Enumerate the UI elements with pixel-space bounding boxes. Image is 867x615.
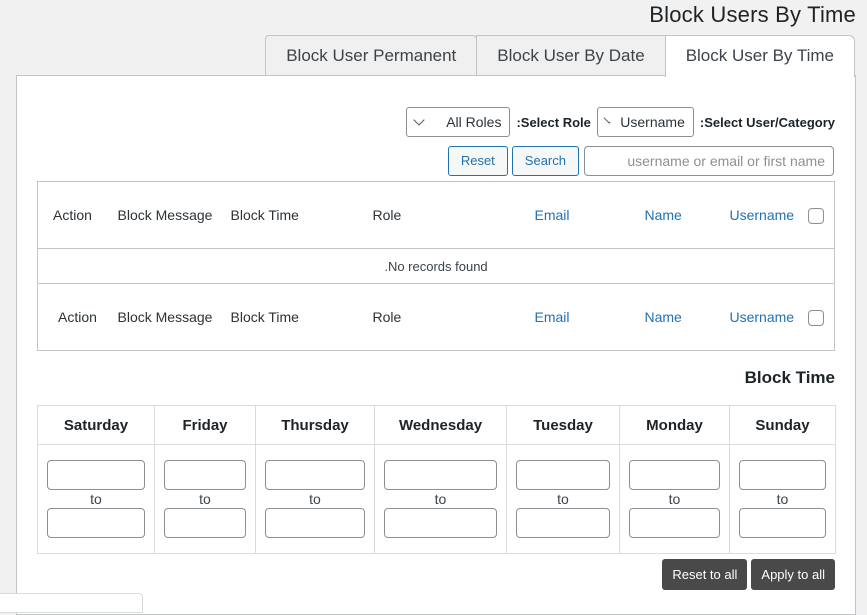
filter-row: All Roles :Select Role Username :Select … (406, 107, 835, 137)
sunday-from-input[interactable] (739, 460, 826, 490)
empty-row: .No records found (37, 248, 835, 284)
search-button[interactable]: Search (511, 146, 579, 176)
day-header-wednesday: Wednesday (374, 405, 507, 445)
wednesday-to-input[interactable] (384, 508, 497, 538)
column-header-email[interactable]: Email (534, 181, 645, 249)
block-time-actions: Reset to all Apply to all (662, 559, 835, 590)
day-cell-monday: to (619, 444, 730, 554)
day-cell-wednesday: to (374, 444, 507, 554)
chevron-down-icon (603, 116, 611, 124)
table-footer-row: Action Block Message Block Time Role Ema… (37, 283, 835, 351)
column-header-action: Action (37, 181, 118, 249)
tab-block-user-permanent[interactable]: Block User Permanent (265, 35, 478, 76)
to-label: to (434, 491, 447, 507)
day-header-monday: Monday (619, 405, 730, 445)
day-header-tuesday: Tuesday (506, 405, 620, 445)
saturday-from-input[interactable] (47, 460, 145, 490)
role-select[interactable]: All Roles (406, 107, 511, 137)
thursday-to-input[interactable] (265, 508, 365, 538)
day-cell-saturday: to (37, 444, 155, 554)
page-title: Block Users By Time (649, 2, 856, 27)
to-label: to (309, 491, 321, 507)
no-records-message: .No records found (37, 248, 835, 284)
apply-to-all-button[interactable]: Apply to all (751, 559, 835, 590)
friday-to-input[interactable] (164, 508, 246, 538)
select-all-checkbox[interactable] (807, 207, 824, 224)
chevron-down-icon (413, 114, 426, 126)
search-input[interactable] (584, 146, 834, 176)
reset-to-all-button[interactable]: Reset to all (662, 559, 748, 590)
column-footer-action: Action (37, 283, 118, 351)
user-category-select[interactable]: Username (596, 107, 694, 137)
column-header-username[interactable]: Username (729, 181, 808, 249)
search-row: Reset Search (447, 146, 834, 176)
friday-from-input[interactable] (164, 460, 246, 490)
to-label: to (557, 491, 569, 507)
column-footer-role: Role (372, 283, 535, 351)
day-cell-sunday: to (729, 444, 836, 554)
sunday-to-input[interactable] (739, 508, 826, 538)
column-header-block-time: Block Time (230, 181, 373, 249)
day-cell-tuesday: to (506, 444, 620, 554)
tuesday-from-input[interactable] (516, 460, 610, 490)
column-header-block-message: Block Message (117, 181, 231, 249)
to-label: to (668, 491, 681, 507)
footer-panel-edge (0, 593, 143, 613)
reset-button[interactable]: Reset (447, 146, 508, 176)
days-input-row: to to to to to to to (37, 444, 836, 554)
user-category-select-value: Username (620, 114, 685, 130)
table-header-row: Action Block Message Block Time Role Ema… (37, 181, 835, 249)
column-header-name[interactable]: Name (644, 181, 730, 249)
to-label: to (199, 491, 211, 507)
column-footer-block-time: Block Time (230, 283, 373, 351)
day-cell-thursday: to (255, 444, 375, 554)
role-select-value: All Roles (446, 114, 502, 130)
column-footer-block-message: Block Message (117, 283, 231, 351)
thursday-from-input[interactable] (265, 460, 365, 490)
tab-panel: All Roles :Select Role Username :Select … (16, 75, 856, 615)
days-header-row: Saturday Friday Thursday Wednesday Tuesd… (37, 405, 836, 445)
day-header-thursday: Thursday (255, 405, 375, 445)
user-category-select-label: :Select User/Category (699, 114, 835, 130)
wednesday-from-input[interactable] (384, 460, 497, 490)
select-all-footer-cell (807, 283, 835, 351)
to-label: to (776, 491, 789, 507)
select-all-cell (807, 181, 835, 249)
column-header-role: Role (372, 181, 535, 249)
tab-block-user-by-time[interactable]: Block User By Time (664, 35, 855, 77)
day-header-saturday: Saturday (37, 405, 155, 445)
column-footer-name[interactable]: Name (644, 283, 730, 351)
monday-to-input[interactable] (629, 508, 720, 538)
select-all-footer-checkbox[interactable] (807, 309, 824, 326)
tab-bar: Block User Permanent Block User By Date … (265, 35, 855, 77)
role-select-label: :Select Role (516, 114, 591, 130)
monday-from-input[interactable] (629, 460, 720, 490)
day-cell-friday: to (154, 444, 256, 554)
column-footer-email[interactable]: Email (534, 283, 645, 351)
block-time-table: Saturday Friday Thursday Wednesday Tuesd… (37, 405, 836, 554)
to-label: to (90, 491, 102, 507)
column-footer-username[interactable]: Username (729, 283, 808, 351)
block-time-title: Block Time (744, 368, 835, 387)
tuesday-to-input[interactable] (516, 508, 610, 538)
day-header-sunday: Sunday (729, 405, 836, 445)
day-header-friday: Friday (154, 405, 256, 445)
saturday-to-input[interactable] (47, 508, 145, 538)
users-table: Action Block Message Block Time Role Ema… (37, 181, 835, 351)
tab-block-user-by-date[interactable]: Block User By Date (476, 35, 666, 76)
